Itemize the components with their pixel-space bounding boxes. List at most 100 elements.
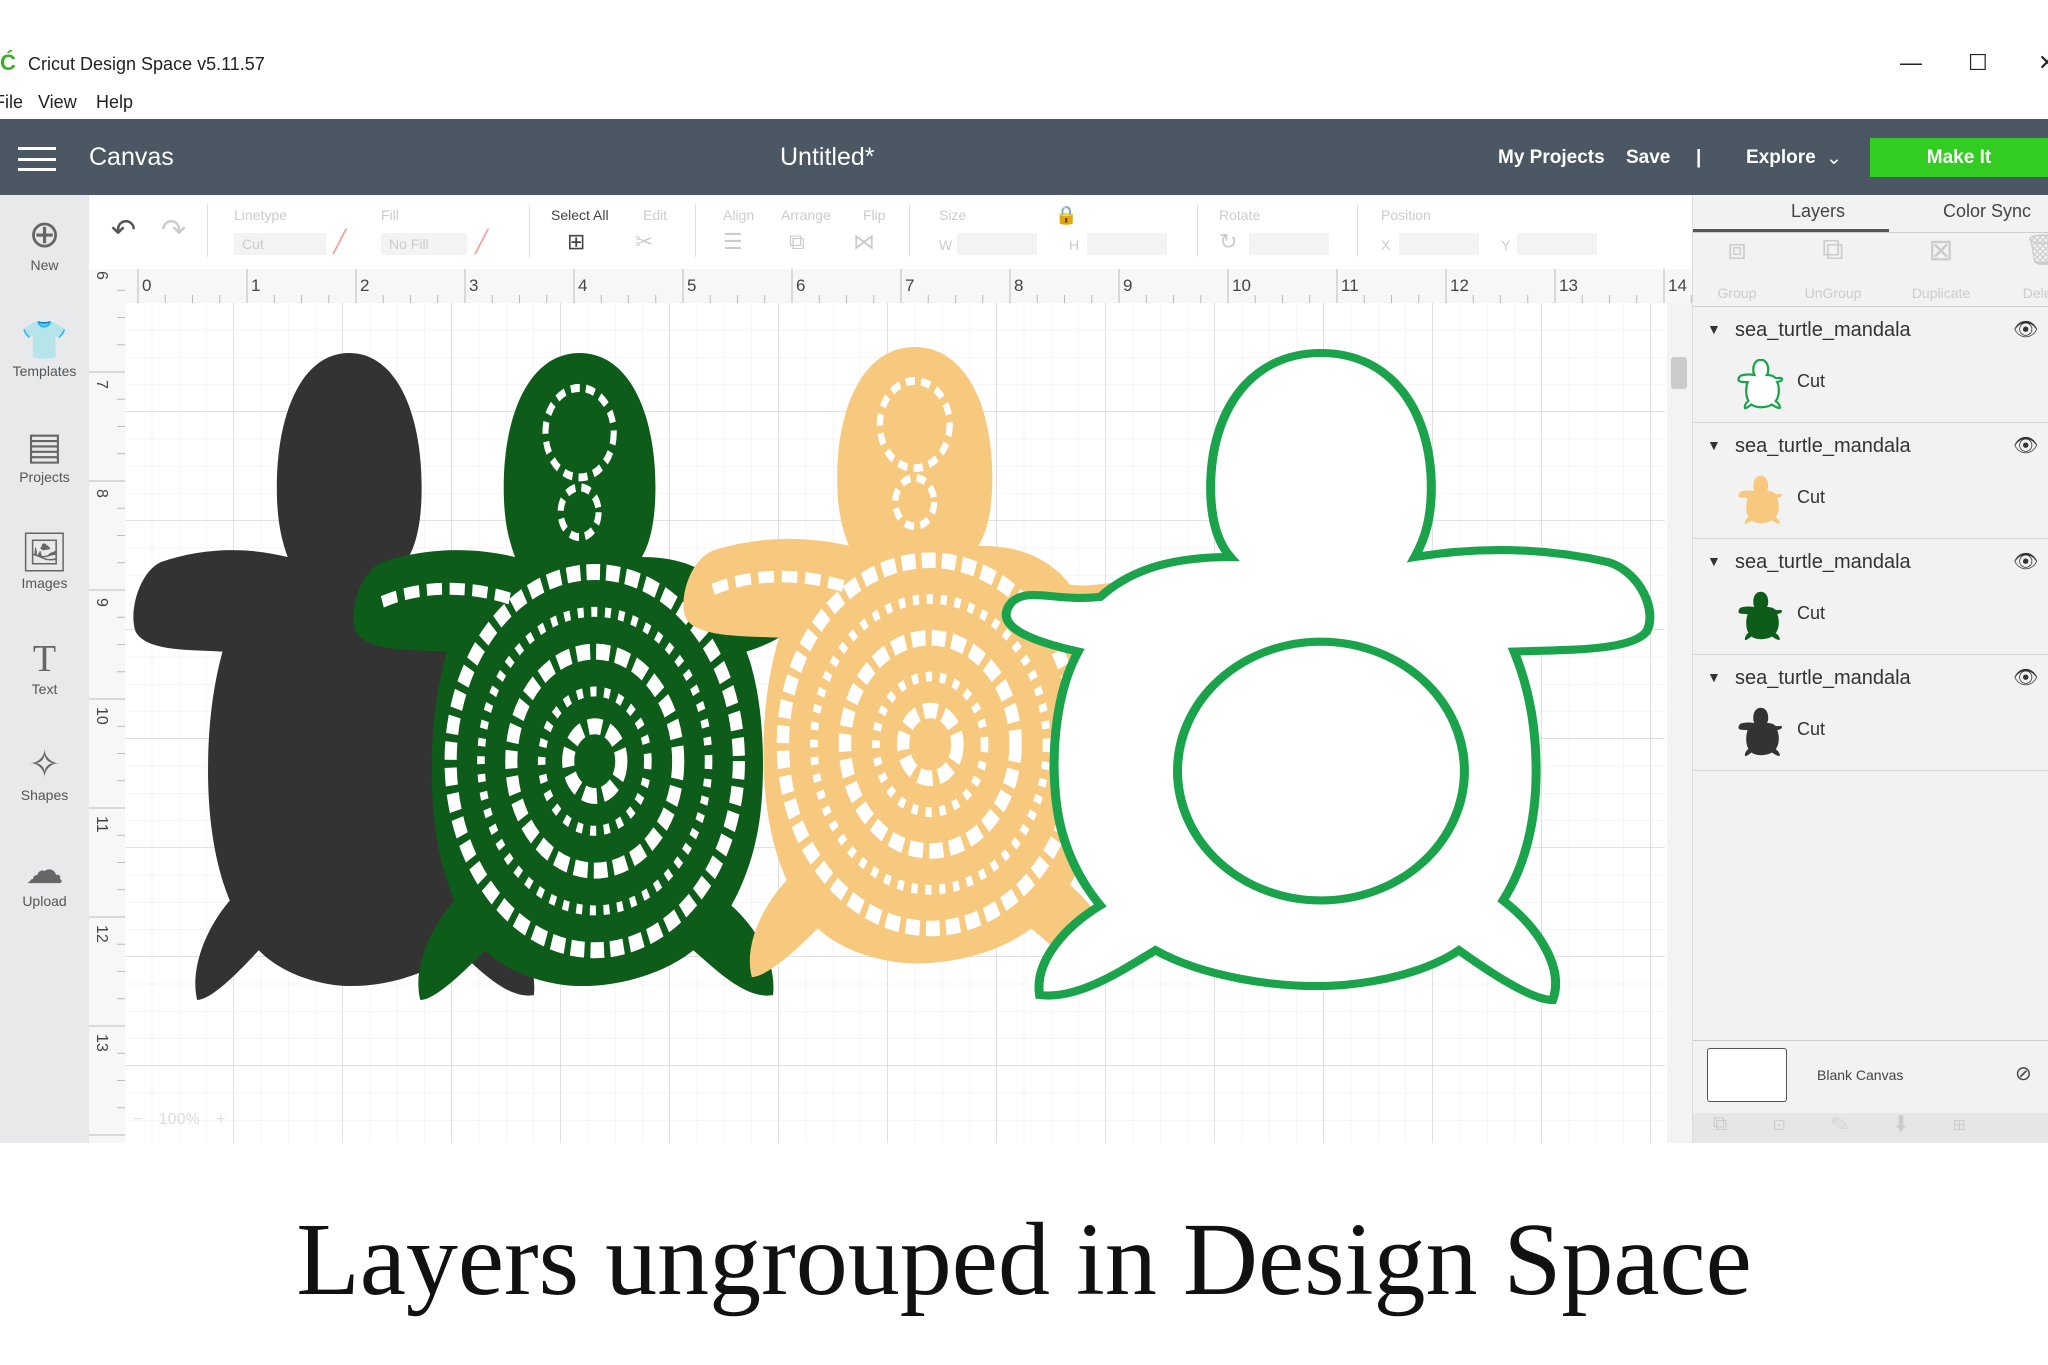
undo-icon[interactable]: ↶	[111, 213, 136, 248]
height-label: H	[1069, 237, 1080, 253]
ruler-label: 6	[796, 276, 805, 295]
ruler-label: 8	[93, 489, 110, 498]
fill-color-icon[interactable]: ╱	[475, 229, 488, 255]
canvas-svg[interactable]: 0123456789101112131467891011121314	[89, 269, 1692, 1143]
zoom-level: 100%	[158, 1111, 200, 1128]
layer-row[interactable]: ▼ sea_turtle_mandala 👁 Cut	[1693, 307, 2048, 423]
make-it-button[interactable]: Make It	[1870, 138, 2048, 177]
projects-icon: ▤	[26, 426, 63, 468]
ruler-label: 12	[1450, 276, 1469, 295]
app-title: Cricut Design Space v5.11.57	[28, 54, 265, 74]
maximize-button[interactable]: ☐	[1968, 50, 1988, 76]
design-canvas[interactable]: 0123456789101112131467891011121314 − 100…	[89, 269, 1692, 1143]
shirt-icon: 👕	[20, 320, 69, 362]
delete-button[interactable]: Delete	[2003, 285, 2048, 301]
sidebar-label: New	[30, 257, 59, 273]
linetype-color-icon[interactable]: ╱	[333, 229, 346, 255]
eye-hidden-icon[interactable]: ⊘	[2015, 1061, 2032, 1086]
ruler-label: 11	[93, 816, 110, 833]
header-divider: |	[1696, 147, 1702, 168]
sidebar-item-templates[interactable]: 👕 Templates	[0, 319, 89, 379]
layer-row[interactable]: ▼ sea_turtle_mandala 👁 Cut	[1693, 655, 2048, 771]
close-button[interactable]: ✕	[2038, 50, 2048, 76]
arrange-icon[interactable]: ⧉	[789, 229, 805, 255]
section-title: Canvas	[89, 143, 174, 171]
left-ruler	[89, 269, 125, 1143]
sidebar-item-shapes[interactable]: ✧ Shapes	[0, 743, 89, 803]
eye-icon[interactable]: 👁	[2013, 433, 2038, 458]
tab-color-sync[interactable]: Color Sync	[1943, 201, 2031, 222]
caret-down-icon[interactable]: ▼	[1707, 553, 1721, 569]
sidebar-item-upload[interactable]: ☁ Upload	[0, 849, 89, 909]
edit-icon[interactable]: ✂	[635, 229, 653, 255]
chevron-down-icon[interactable]: ⌄	[1826, 147, 1842, 170]
eye-icon[interactable]: 👁	[2013, 665, 2038, 690]
sidebar-item-text[interactable]: T Text	[0, 637, 89, 697]
panel-bottom-actions[interactable]: ⧉ ⊡ ✎ ⬇ ⊞	[1693, 1113, 2048, 1143]
ruler-label: 6	[93, 271, 110, 280]
cricut-logo-icon: Ć	[0, 50, 16, 75]
x-input[interactable]	[1399, 233, 1479, 255]
menu-help[interactable]: Help	[96, 92, 133, 113]
select-all-icon[interactable]: ⊞	[567, 229, 585, 255]
menu-file[interactable]: File	[0, 92, 23, 113]
layer-row[interactable]: ▼ sea_turtle_mandala 👁 Cut	[1693, 539, 2048, 655]
duplicate-icon: ⊠	[1928, 234, 1954, 267]
zoom-out-button[interactable]: −	[133, 1111, 142, 1128]
width-input[interactable]	[957, 233, 1037, 255]
redo-icon[interactable]: ↷	[161, 213, 186, 248]
group-button[interactable]: Group	[1697, 285, 1777, 301]
zoom-in-button[interactable]: +	[216, 1111, 225, 1128]
arrange-label: Arrange	[781, 207, 831, 223]
layers-panel: Layers Color Sync ⧈ Group ⧉ UnGroup ⊠ Du…	[1692, 195, 2048, 1143]
zoom-control[interactable]: − 100% +	[133, 1111, 226, 1129]
menu-view[interactable]: View	[38, 92, 77, 113]
title-bar: Ć Cricut Design Space v5.11.57 File View…	[0, 0, 2048, 119]
sidebar-label: Text	[31, 681, 58, 697]
caret-down-icon[interactable]: ▼	[1707, 669, 1721, 685]
my-projects-button[interactable]: My Projects	[1498, 147, 1605, 169]
sidebar-item-images[interactable]: 🖼 Images	[0, 531, 89, 591]
minimize-button[interactable]: —	[1900, 50, 1922, 76]
caret-down-icon[interactable]: ▼	[1707, 321, 1721, 337]
flip-label: Flip	[863, 207, 886, 223]
y-input[interactable]	[1517, 233, 1597, 255]
height-input[interactable]	[1087, 233, 1167, 255]
rotate-icon: ↻	[1219, 229, 1238, 254]
sidebar-label: Shapes	[20, 787, 69, 803]
ruler-label: 1	[251, 276, 260, 295]
save-button[interactable]: Save	[1626, 147, 1670, 169]
ruler-label: 5	[687, 276, 696, 295]
sidebar-label: Upload	[22, 893, 67, 909]
eye-icon[interactable]: 👁	[2013, 317, 2038, 342]
fill-select[interactable]: No Fill	[381, 233, 467, 255]
flip-icon[interactable]: ⋈	[853, 229, 875, 255]
tab-layers[interactable]: Layers	[1791, 201, 1845, 222]
ruler-label: 11	[1341, 276, 1359, 295]
image-icon: 🖼	[20, 532, 69, 574]
explore-button[interactable]: Explore	[1746, 147, 1816, 169]
scrollbar-thumb[interactable]	[1671, 357, 1687, 389]
plus-circle-icon: ⊕	[28, 214, 61, 256]
eye-icon[interactable]: 👁	[2013, 549, 2038, 574]
lock-icon[interactable]: 🔒	[1055, 205, 1077, 226]
size-label: Size	[939, 207, 967, 223]
sidebar-item-projects[interactable]: ▤ Projects	[0, 425, 89, 485]
layer-row[interactable]: ▼ sea_turtle_mandala 👁 Cut	[1693, 423, 2048, 539]
scrollbar-track[interactable]	[1667, 303, 1692, 1143]
group-icon: ⧈	[1727, 233, 1747, 266]
duplicate-button[interactable]: Duplicate	[1901, 285, 1981, 301]
ruler-label: 4	[578, 276, 587, 295]
blank-canvas-swatch[interactable]	[1707, 1048, 1787, 1102]
rotate-input[interactable]	[1249, 233, 1329, 255]
ungroup-button[interactable]: UnGroup	[1793, 285, 1873, 301]
left-sidebar: ⊕ New 👕 Templates ▤ Projects 🖼 Images T Text …	[0, 195, 89, 1143]
hamburger-menu-icon[interactable]	[18, 147, 56, 171]
divider	[207, 205, 208, 257]
ungroup-icon: ⧉	[1822, 233, 1844, 266]
linetype-select[interactable]: Cut	[234, 233, 326, 255]
sidebar-item-new[interactable]: ⊕ New	[0, 213, 89, 273]
caret-down-icon[interactable]: ▼	[1707, 437, 1721, 453]
align-icon[interactable]: ☰	[723, 229, 743, 255]
ruler-label: 10	[93, 707, 110, 725]
